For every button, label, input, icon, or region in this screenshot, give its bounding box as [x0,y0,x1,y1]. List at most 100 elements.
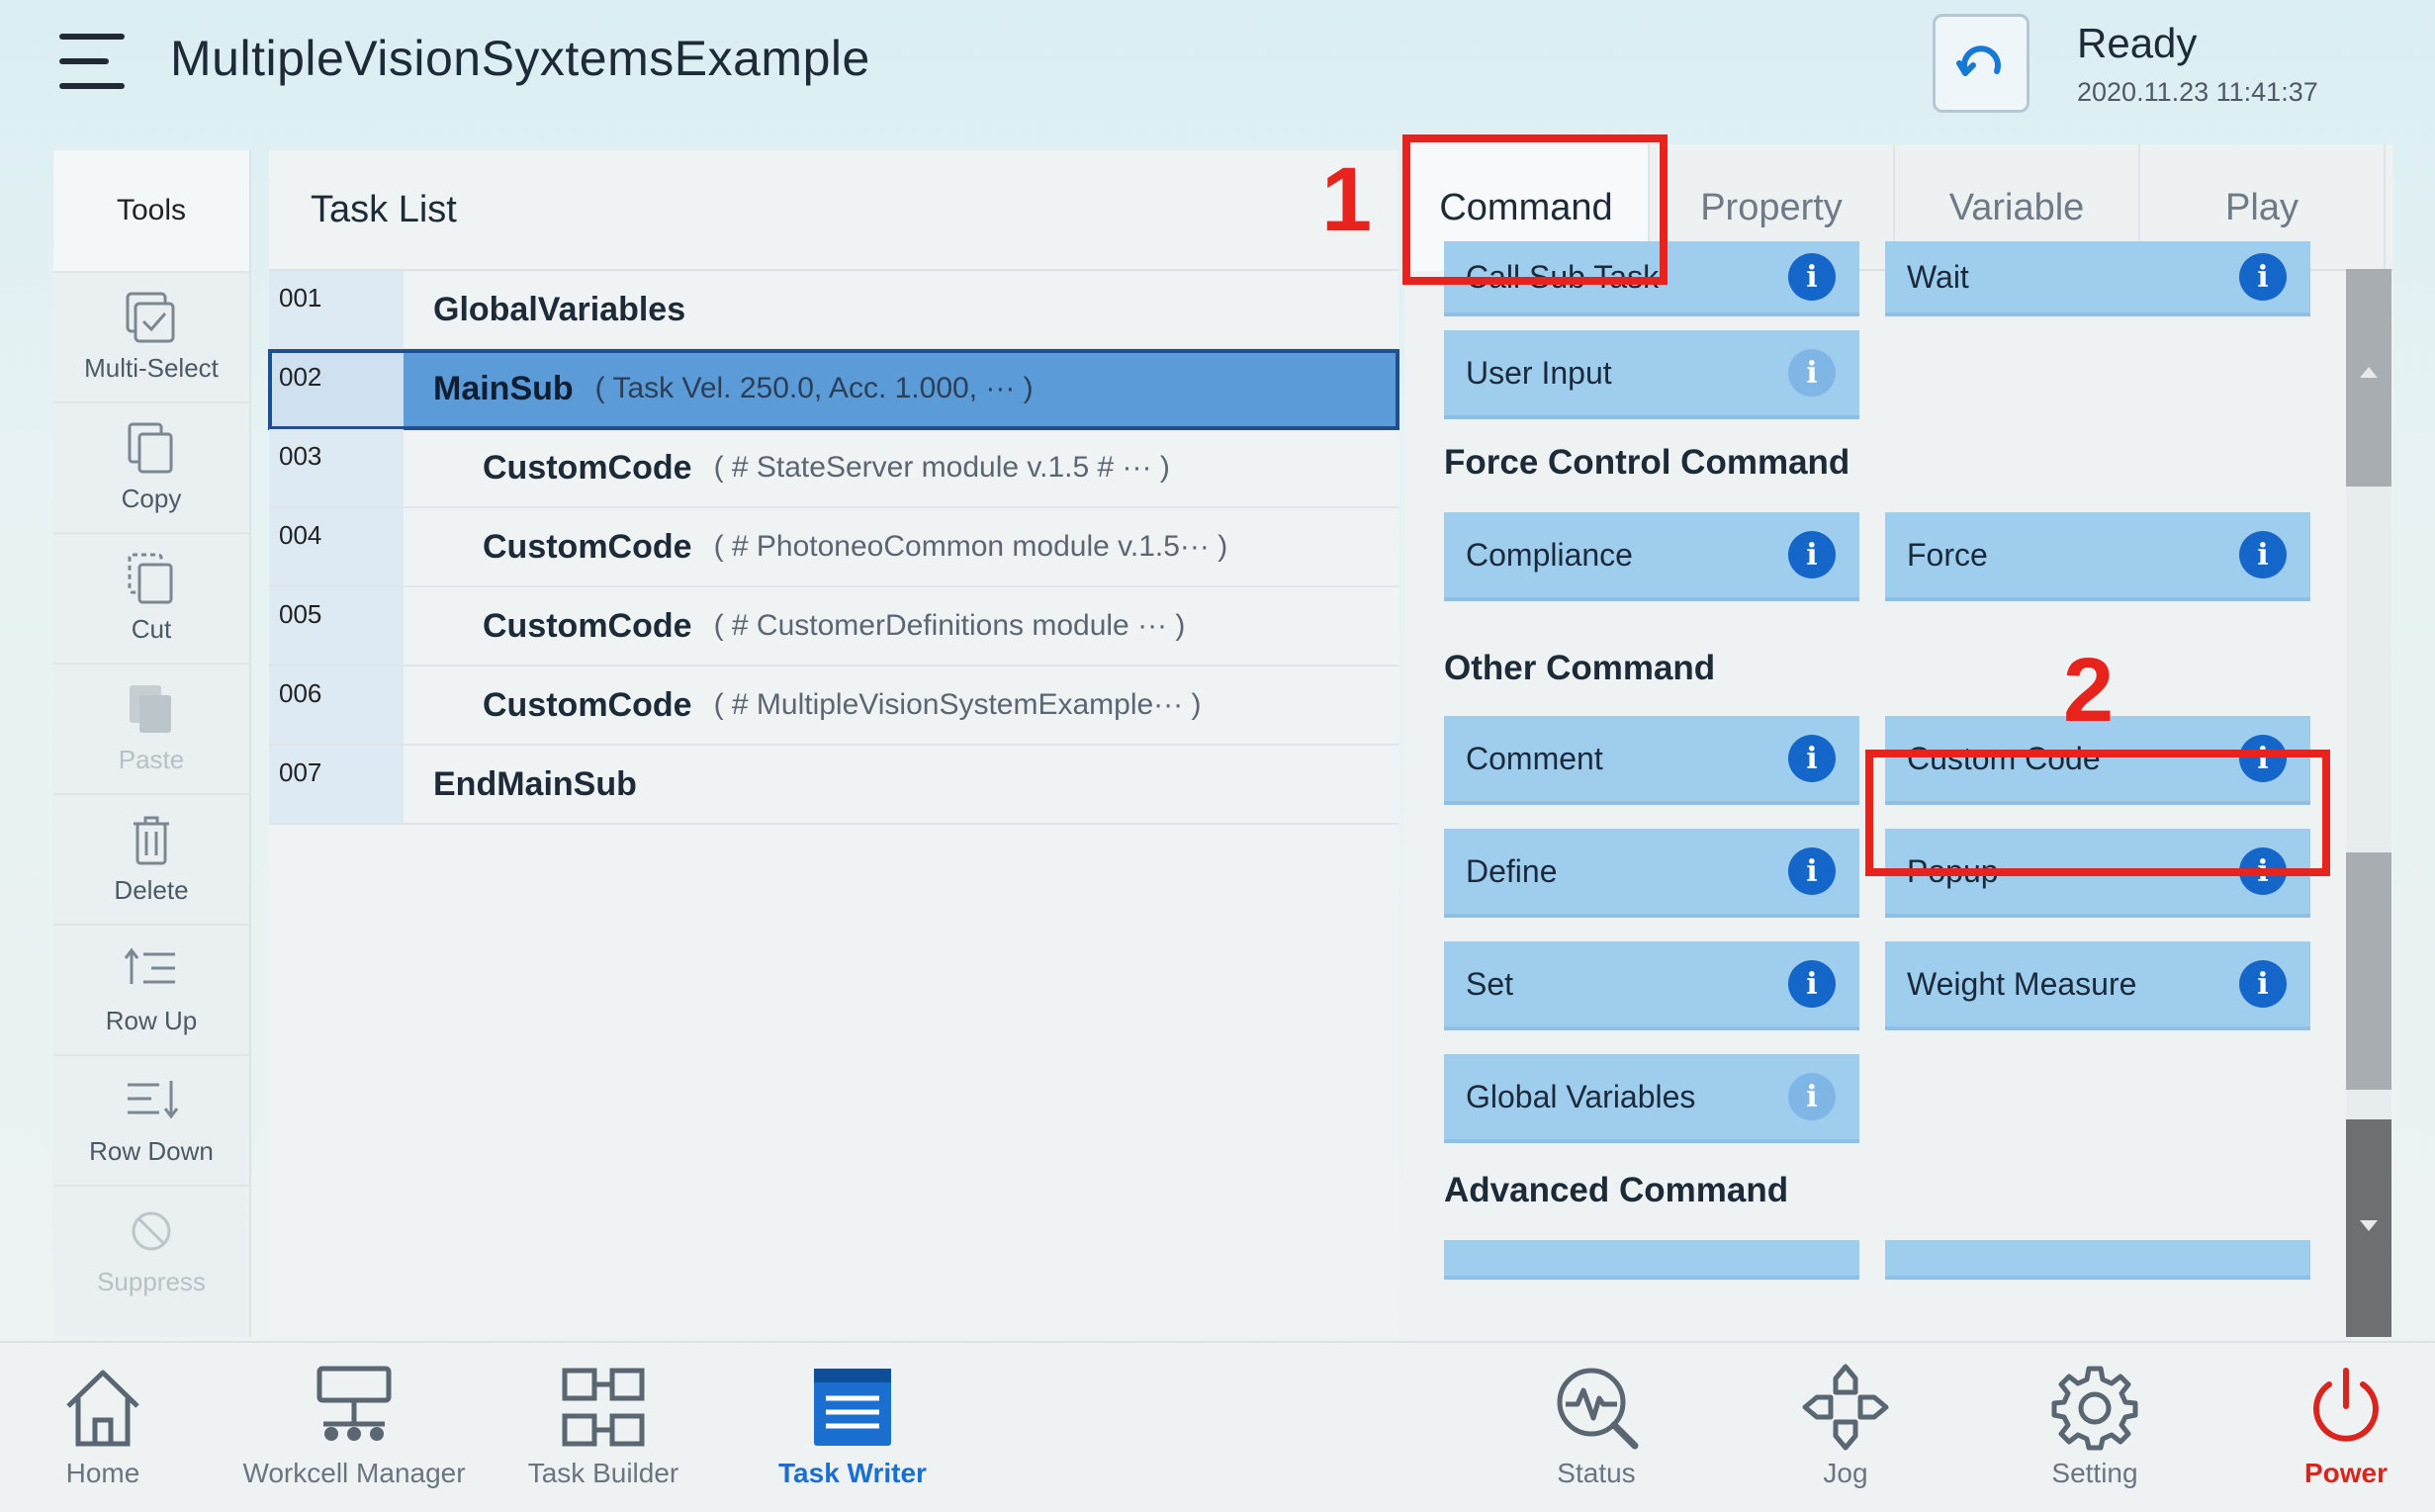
cut-icon [128,553,173,603]
nav-status[interactable]: Status [1478,1363,1715,1489]
tools-title: Tools [53,150,249,271]
info-icon[interactable]: i [1788,253,1836,301]
comment-button[interactable]: Comment i [1444,716,1859,805]
nav-label: Status [1557,1458,1636,1488]
row-detail: ( # MultipleVisionSystemExample··· ) [713,688,1202,721]
scroll-up-icon[interactable] [2358,364,2380,380]
info-icon[interactable]: i [2239,960,2287,1008]
command-label: Call Sub Task [1466,258,1660,295]
row-name: GlobalVariables [433,290,686,328]
delete-button[interactable]: Delete [53,793,249,924]
bottom-nav: Home Workcell Manager Task Builder Task … [0,1341,2435,1512]
row-up-label: Row Up [105,1005,198,1035]
wait-button[interactable]: Wait i [1885,241,2310,316]
paste-button[interactable]: Paste [53,663,249,793]
force-button[interactable]: Force i [1885,512,2310,601]
nav-task-builder[interactable]: Task Builder [485,1363,722,1489]
task-builder-icon [562,1368,645,1447]
row-number: 005 [269,587,404,665]
info-icon[interactable]: i [1788,1073,1836,1120]
paste-label: Paste [118,744,185,774]
paste-icon [130,684,171,733]
command-label: Compliance [1466,536,1633,573]
copy-icon [128,422,173,473]
multi-select-button[interactable]: Multi-Select [53,271,249,401]
call-sub-task-button[interactable]: Call Sub Task i [1444,241,1859,316]
command-label: Comment [1466,740,1603,776]
nav-power[interactable]: Power [2227,1363,2435,1489]
row-name: MainSub [433,369,574,407]
row-number: 004 [269,508,404,585]
status-timestamp: 2020.11.23 11:41:37 [2077,77,2318,107]
info-icon[interactable]: i [1788,735,1836,782]
task-row[interactable]: 007 EndMainSub [269,746,1398,825]
row-name: CustomCode [483,606,692,645]
info-icon[interactable]: i [2239,735,2287,782]
info-icon[interactable]: i [1788,847,1836,895]
popup-button[interactable]: Popup i [1885,829,2310,918]
copy-label: Copy [121,483,182,513]
refresh-button[interactable] [1933,14,2029,113]
info-icon[interactable]: i [2239,531,2287,578]
workcell-manager-icon [316,1366,392,1441]
row-number: 007 [269,746,404,823]
cut-button[interactable]: Cut [53,532,249,663]
task-row[interactable]: 001 GlobalVariables [269,271,1398,350]
row-number: 006 [269,667,404,744]
info-icon[interactable]: i [1788,960,1836,1008]
power-icon [2313,1368,2379,1442]
task-row-selected[interactable]: 002 MainSub ( Task Vel. 250.0, Acc. 1.00… [268,349,1399,430]
suppress-button[interactable]: Suppress [53,1185,249,1315]
command-label: User Input [1466,354,1612,391]
nav-task-writer[interactable]: Task Writer [734,1363,971,1489]
info-icon[interactable]: i [2239,847,2287,895]
task-writer-icon [814,1369,891,1446]
row-up-button[interactable]: Row Up [53,924,249,1054]
menu-icon[interactable] [59,34,125,89]
set-button[interactable]: Set i [1444,941,1859,1030]
task-list-panel: Task List 001 GlobalVariables 002 MainSu… [268,150,1399,1337]
advanced-command-button[interactable] [1444,1240,1859,1280]
nav-setting[interactable]: Setting [1976,1363,2213,1489]
row-detail: ( # CustomerDefinitions module ··· ) [713,609,1186,642]
tools-panel: Tools Multi-Select Copy Cut Paste Delete… [53,150,251,1337]
copy-button[interactable]: Copy [53,401,249,532]
nav-label: Task Builder [527,1458,679,1488]
command-panel: Command Property Variable Play Call Sub … [1404,144,2393,1341]
scrollbar-thumb[interactable] [2346,852,2391,1090]
row-name: CustomCode [483,448,692,487]
row-detail: ( Task Vel. 250.0, Acc. 1.000, ··· ) [594,372,1034,404]
compliance-button[interactable]: Compliance i [1444,512,1859,601]
define-button[interactable]: Define i [1444,829,1859,918]
info-icon[interactable]: i [1788,349,1836,397]
scroll-down-icon[interactable] [2358,1218,2380,1234]
row-down-label: Row Down [89,1135,214,1166]
row-detail: ( # PhotoneoCommon module v.1.5··· ) [713,530,1228,563]
command-scrollbar[interactable] [2346,269,2391,1337]
home-icon [66,1370,139,1447]
delete-icon [134,816,169,864]
nav-jog[interactable]: Jog [1727,1363,1964,1489]
task-row[interactable]: 005 CustomCode ( # CustomerDefinitions m… [269,587,1398,667]
task-row[interactable]: 004 CustomCode ( # PhotoneoCommon module… [269,508,1398,587]
command-label: Wait [1907,258,1969,295]
nav-label: Workcell Manager [242,1458,466,1488]
row-down-button[interactable]: Row Down [53,1054,249,1185]
info-icon[interactable]: i [2239,253,2287,301]
task-row[interactable]: 006 CustomCode ( # MultipleVisionSystemE… [269,667,1398,746]
global-variables-button[interactable]: Global Variables i [1444,1054,1859,1143]
nav-workcell-manager[interactable]: Workcell Manager [235,1363,473,1489]
task-row[interactable]: 003 CustomCode ( # StateServer module v.… [269,429,1398,508]
user-input-button[interactable]: User Input i [1444,330,1859,419]
page-title: MultipleVisionSyxtemsExample [170,31,870,86]
info-icon[interactable]: i [1788,531,1836,578]
nav-label: Home [65,1458,140,1488]
status-label: Ready [2077,20,2198,66]
annotation-number-1: 1 [1321,149,1373,250]
row-name: EndMainSub [433,764,637,803]
advanced-command-button[interactable] [1885,1240,2310,1280]
nav-home[interactable]: Home [0,1363,222,1489]
row-number: 002 [269,350,404,427]
row-number: 003 [269,429,404,506]
weight-measure-button[interactable]: Weight Measure i [1885,941,2310,1030]
